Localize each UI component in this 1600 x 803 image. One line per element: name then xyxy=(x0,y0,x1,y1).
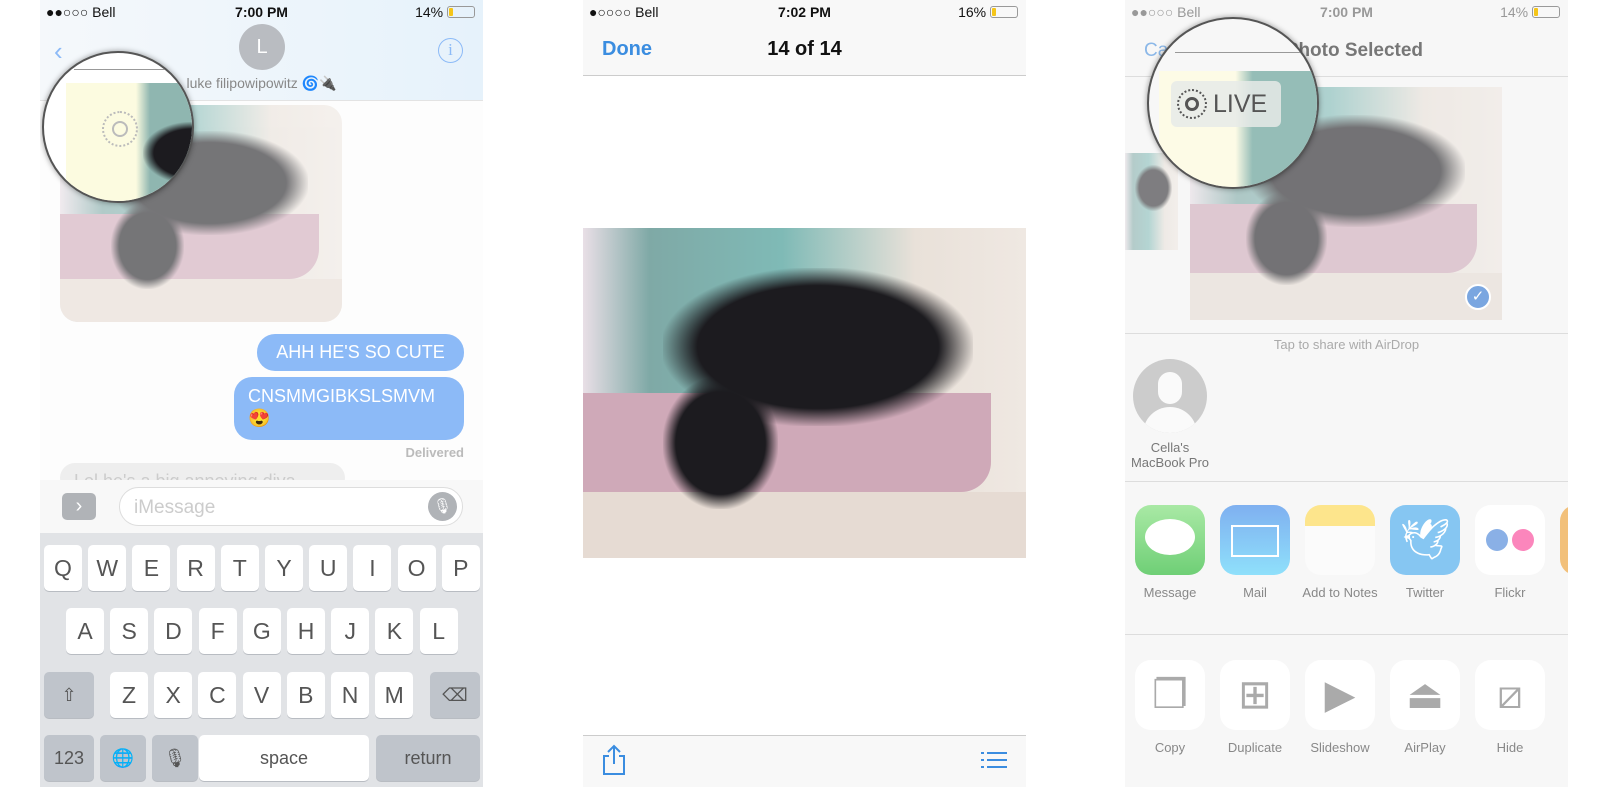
share-sheet-screen: ●●○○○ Bell 7:00 PM 14% Cancel 1 Photo Se… xyxy=(1125,0,1568,787)
avatar[interactable]: L xyxy=(239,24,285,70)
key-q[interactable]: Q xyxy=(44,545,82,591)
app-label[interactable]: Add to Notes xyxy=(1295,585,1385,600)
return-key[interactable]: return xyxy=(376,735,480,781)
toolbar xyxy=(583,735,1026,787)
live-photo-icon xyxy=(1177,89,1207,119)
key-w[interactable]: W xyxy=(88,545,127,591)
airdrop-hint: Tap to share with AirDrop xyxy=(1273,337,1420,352)
flickr-icon[interactable] xyxy=(1475,505,1545,575)
action-label[interactable]: Copy xyxy=(1125,740,1215,755)
numbers-key[interactable]: 123 xyxy=(44,735,94,781)
delete-key[interactable]: ⌫ xyxy=(430,672,480,718)
action-label[interactable]: Slideshow xyxy=(1295,740,1385,755)
key-e[interactable]: E xyxy=(132,545,171,591)
status-bar: ●○○○○ Bell 7:02 PM 16% xyxy=(583,0,1026,24)
key-p[interactable]: P xyxy=(441,545,480,591)
key-k[interactable]: K xyxy=(375,608,414,654)
airplay-icon[interactable]: ⏏ xyxy=(1390,660,1460,730)
battery-percent: 16% xyxy=(958,4,987,20)
battery-percent: 14% xyxy=(1500,4,1529,20)
key-g[interactable]: G xyxy=(242,608,281,654)
duplicate-icon[interactable]: ⊞ xyxy=(1220,660,1290,730)
live-photo-icon xyxy=(102,111,138,147)
magnifier: LIVE xyxy=(1147,17,1319,189)
key-d[interactable]: D xyxy=(154,608,193,654)
app-label[interactable]: Message xyxy=(1125,585,1215,600)
key-s[interactable]: S xyxy=(110,608,149,654)
key-r[interactable]: R xyxy=(176,545,215,591)
app-label[interactable]: Twitter xyxy=(1380,585,1470,600)
key-i[interactable]: I xyxy=(353,545,392,591)
key-o[interactable]: O xyxy=(397,545,436,591)
sent-bubble: AHH HE'S SO CUTE xyxy=(257,334,464,371)
battery-icon xyxy=(447,6,475,18)
status-bar: ●●○○○ Bell 7:00 PM 14% xyxy=(1125,0,1568,24)
app-icon[interactable] xyxy=(1560,505,1568,575)
shift-key[interactable]: ⇧ xyxy=(44,672,94,718)
magnifier xyxy=(42,51,194,203)
status-bar: ●●○○○ Bell 7:00 PM 14% xyxy=(40,0,483,24)
back-icon[interactable]: ‹ xyxy=(54,36,63,67)
copy-icon[interactable]: ❐ xyxy=(1135,660,1205,730)
info-icon[interactable]: i xyxy=(438,38,463,63)
key-h[interactable]: H xyxy=(287,608,325,654)
photo[interactable] xyxy=(583,228,1026,558)
dictation-key[interactable]: 🎙 xyxy=(152,735,198,781)
share-icon[interactable] xyxy=(601,744,627,776)
keyboard: Q W E R T Y U I O P A S D F G H J K L Z X C V B N M ⇧ ⌫ 123 🌐 🎙 space re… xyxy=(40,533,483,787)
action-label[interactable]: AirPlay xyxy=(1380,740,1470,755)
action-label[interactable]: Hide xyxy=(1465,740,1555,755)
live-badge[interactable]: LIVE xyxy=(1171,81,1281,127)
battery-icon xyxy=(990,6,1018,18)
key-x[interactable]: X xyxy=(154,672,193,718)
key-l[interactable]: L xyxy=(419,608,458,654)
messages-icon[interactable] xyxy=(1135,505,1205,575)
delivered-status: Delivered xyxy=(405,445,464,460)
airdrop-device-avatar[interactable] xyxy=(1133,359,1207,433)
key-v[interactable]: V xyxy=(242,672,281,718)
space-key[interactable]: space xyxy=(199,735,369,781)
slideshow-icon[interactable]: ▶ xyxy=(1305,660,1375,730)
microphone-icon[interactable]: 🎙 xyxy=(428,492,457,521)
key-f[interactable]: F xyxy=(198,608,237,654)
key-n[interactable]: N xyxy=(331,672,369,718)
battery-percent: 14% xyxy=(415,4,444,20)
apps-expand-button[interactable]: › xyxy=(62,493,96,520)
twitter-icon[interactable]: 🕊 xyxy=(1390,505,1460,575)
key-a[interactable]: A xyxy=(66,608,104,654)
key-t[interactable]: T xyxy=(220,545,259,591)
checkmark-icon[interactable]: ✓ xyxy=(1465,284,1491,310)
list-icon[interactable] xyxy=(981,750,1007,770)
notes-icon[interactable] xyxy=(1305,505,1375,575)
hide-icon[interactable]: ⧄ xyxy=(1475,660,1545,730)
key-c[interactable]: C xyxy=(198,672,237,718)
messages-screen: ●●○○○ Bell 7:00 PM 14% ‹ L luke filipowi… xyxy=(40,0,483,787)
key-j[interactable]: J xyxy=(331,608,370,654)
app-label[interactable]: Flickr xyxy=(1465,585,1555,600)
key-z[interactable]: Z xyxy=(110,672,148,718)
action-label[interactable]: Duplicate xyxy=(1210,740,1300,755)
mail-icon[interactable] xyxy=(1220,505,1290,575)
app-label[interactable]: Sa xyxy=(1550,585,1568,600)
globe-key[interactable]: 🌐 xyxy=(100,735,146,781)
battery-icon xyxy=(1532,6,1560,18)
page-title: 14 of 14 xyxy=(767,38,842,60)
sent-bubble: CNSMMGIBKSLSMVM 😍 xyxy=(234,377,464,440)
key-u[interactable]: U xyxy=(309,545,348,591)
message-input[interactable]: iMessage xyxy=(119,487,463,526)
airdrop-device-label[interactable]: Cella's MacBook Pro xyxy=(1125,440,1215,470)
key-b[interactable]: B xyxy=(286,672,325,718)
key-y[interactable]: Y xyxy=(265,545,303,591)
photo-viewer-screen: ●○○○○ Bell 7:02 PM 16% Done 14 of 14 xyxy=(583,0,1026,787)
key-m[interactable]: M xyxy=(375,672,414,718)
app-label[interactable]: Mail xyxy=(1210,585,1300,600)
